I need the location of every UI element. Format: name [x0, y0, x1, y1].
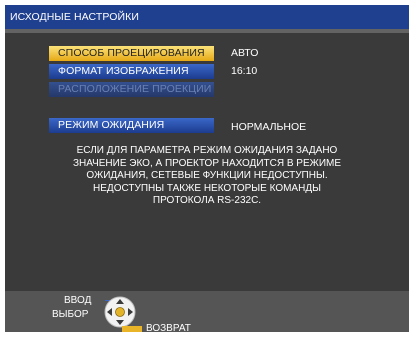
standby-mode-value: НОРМАЛЬНОЕ: [231, 121, 307, 133]
info-line: ЕСЛИ ДЛЯ ПАРАМЕТРА РЕЖИМ ОЖИДАНИЯ ЗАДАНО: [76, 145, 338, 156]
info-line: ПРОТОКОЛА RS-232C.: [152, 195, 262, 206]
osd-screen: ИСХОДНЫЕ НАСТРОЙКИ СПОСОБ ПРОЕЦИРОВАНИЯ …: [5, 5, 409, 332]
menu-item-projection-method[interactable]: СПОСОБ ПРОЕЦИРОВАНИЯ: [49, 46, 214, 61]
menu-item-projection-position: РАСПОЛОЖЕНИЕ ПРОЕКЦИИ: [49, 82, 214, 97]
menu-item-label: ФОРМАТ ИЗОБРАЖЕНИЯ: [58, 65, 189, 77]
return-hint-label: ВОЗВРАТ: [146, 323, 191, 332]
info-line: ОЖИДАНИЯ, СЕТЕВЫЕ ФУНКЦИИ НЕДОСТУПНЫ.: [86, 170, 328, 181]
menu-item-screen-format[interactable]: ФОРМАТ ИЗОБРАЖЕНИЯ: [49, 64, 214, 79]
settings-panel: СПОСОБ ПРОЕЦИРОВАНИЯ АВТО ФОРМАТ ИЗОБРАЖ…: [5, 33, 409, 291]
projection-method-value: АВТО: [231, 47, 259, 59]
page-title: ИСХОДНЫЕ НАСТРОЙКИ: [5, 5, 409, 29]
dpad-icon: [104, 296, 136, 328]
info-message: ЕСЛИ ДЛЯ ПАРАМЕТРА РЕЖИМ ОЖИДАНИЯ ЗАДАНО…: [39, 145, 375, 208]
info-line: НЕДОСТУПНЫ ТАКЖЕ НЕКОТОРЫЕ КОМАНДЫ: [93, 182, 321, 194]
menu-item-standby-mode[interactable]: РЕЖИМ ОЖИДАНИЯ: [49, 118, 214, 133]
menu-item-label: СПОСОБ ПРОЕЦИРОВАНИЯ: [58, 47, 205, 59]
menu-item-label: РЕЖИМ ОЖИДАНИЯ: [58, 119, 165, 131]
screen-format-value: 16:10: [231, 65, 258, 77]
select-hint-label: ВЫБОР: [52, 309, 89, 320]
info-line: ЗНАЧЕНИЕ ЭКО, А ПРОЕКТОР НАХОДИТСЯ В РЕЖ…: [72, 157, 342, 169]
return-key-marker: [122, 326, 142, 332]
menu-item-label: РАСПОЛОЖЕНИЕ ПРОЕКЦИИ: [58, 83, 212, 95]
enter-hint-label: ВВОД: [64, 295, 92, 306]
